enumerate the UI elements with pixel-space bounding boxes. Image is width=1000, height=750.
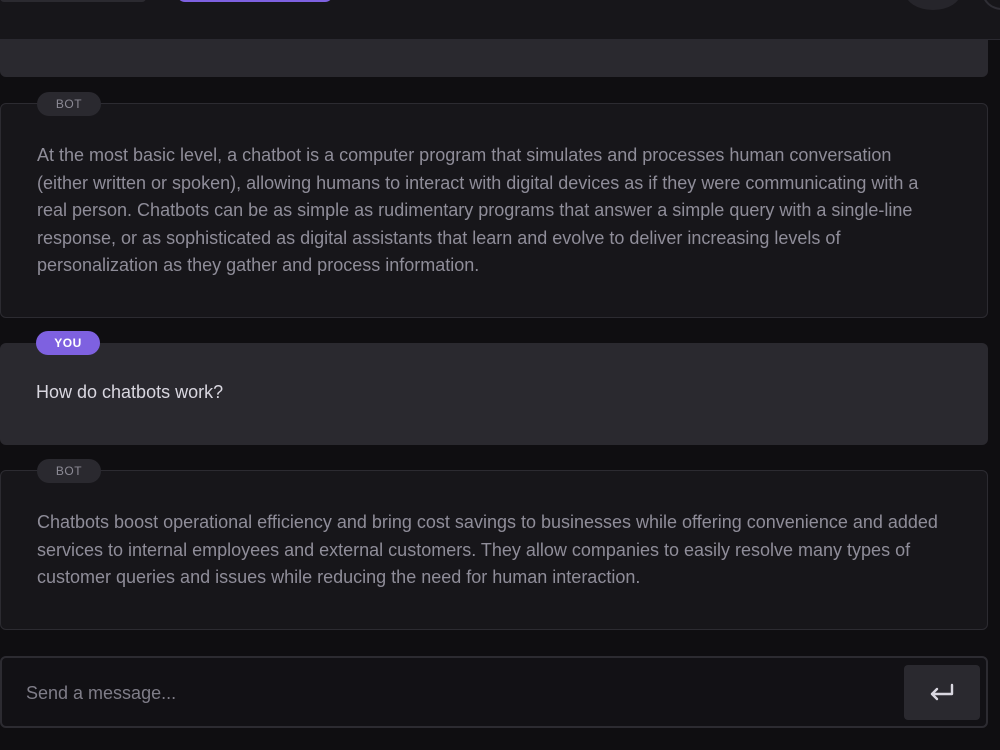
- previous-user-message: [0, 40, 988, 77]
- bot-message-text: At the most basic level, a chatbot is a …: [37, 145, 919, 275]
- header-settings-button[interactable]: [982, 0, 1000, 10]
- header-bar: [0, 0, 1000, 40]
- user-badge: YOU: [36, 331, 100, 355]
- bot-badge: BOT: [37, 459, 101, 483]
- send-button[interactable]: [904, 665, 980, 720]
- message-composer: [0, 656, 988, 728]
- user-message-text: How do chatbots work?: [36, 382, 224, 402]
- bot-message: BOT At the most basic level, a chatbot i…: [0, 92, 988, 318]
- header-avatar[interactable]: [905, 0, 961, 10]
- bot-badge: BOT: [37, 92, 101, 116]
- enter-return-icon: [930, 683, 954, 700]
- header-menu-button[interactable]: [0, 0, 146, 2]
- chat-app: BOT At the most basic level, a chatbot i…: [0, 0, 1000, 750]
- bot-message-text: Chatbots boost operational efficiency an…: [37, 512, 938, 587]
- bot-message: BOT Chatbots boost operational efficienc…: [0, 459, 988, 630]
- header-model-selector[interactable]: [177, 0, 333, 2]
- user-message: YOU How do chatbots work?: [0, 331, 988, 445]
- message-input[interactable]: [24, 672, 888, 714]
